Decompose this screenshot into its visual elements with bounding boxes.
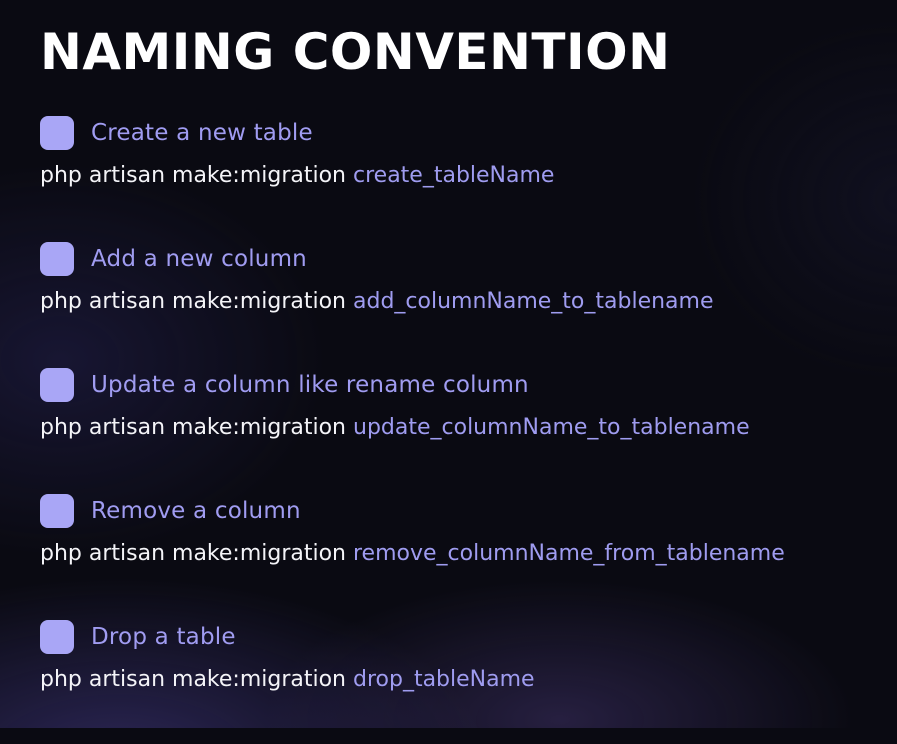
command-line: php artisan make:migration add_columnNam… [40,288,785,316]
command-line: php artisan make:migration remove_column… [40,540,785,568]
list-item-remove-column: Remove a column php artisan make:migrati… [40,492,785,618]
item-label: Add a new column [91,246,307,272]
slide: NAMING CONVENTION Create a new table php… [40,22,897,692]
migration-name: drop_tableName [353,667,535,692]
command-line: php artisan make:migration create_tableN… [40,162,785,190]
item-label: Create a new table [91,120,313,146]
page-title: NAMING CONVENTION [40,23,671,81]
migration-name: create_tableName [353,163,555,188]
checkbox[interactable] [40,116,74,150]
naming-convention-list: Create a new table php artisan make:migr… [40,114,785,744]
command-line: php artisan make:migration update_column… [40,414,785,442]
command-prefix: php artisan make:migration [40,289,353,314]
checkbox[interactable] [40,242,74,276]
list-item-drop-table: Drop a table php artisan make:migration … [40,618,785,744]
list-item-create-table: Create a new table php artisan make:migr… [40,114,785,240]
item-header: Update a column like rename column [40,366,785,404]
command-prefix: php artisan make:migration [40,667,353,692]
command-prefix: php artisan make:migration [40,541,353,566]
item-label: Remove a column [91,498,301,524]
migration-name: update_columnName_to_tablename [353,415,750,440]
checkbox[interactable] [40,494,74,528]
checkbox[interactable] [40,620,74,654]
migration-name: add_columnName_to_tablename [353,289,714,314]
item-header: Drop a table [40,618,785,656]
item-label: Drop a table [91,624,236,650]
list-item-add-column: Add a new column php artisan make:migrat… [40,240,785,366]
checkbox[interactable] [40,368,74,402]
item-label: Update a column like rename column [91,372,529,398]
list-item-update-column: Update a column like rename column php a… [40,366,785,492]
migration-name: remove_columnName_from_tablename [353,541,785,566]
item-header: Create a new table [40,114,785,152]
item-header: Add a new column [40,240,785,278]
item-header: Remove a column [40,492,785,530]
command-prefix: php artisan make:migration [40,163,353,188]
command-prefix: php artisan make:migration [40,415,353,440]
command-line: php artisan make:migration drop_tableNam… [40,666,785,694]
